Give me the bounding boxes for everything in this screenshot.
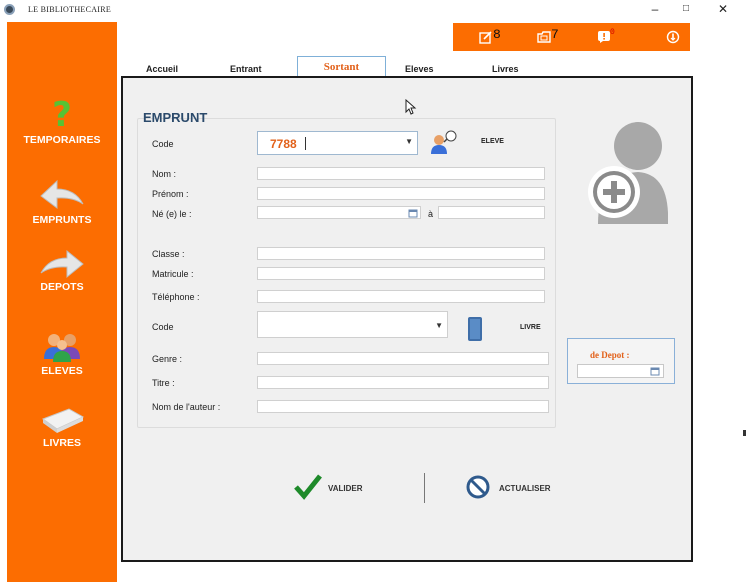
sidebar-item-label: TEMPORAIRES [23, 134, 101, 146]
prenom-label: Prénom : [152, 189, 189, 199]
nom-field[interactable] [257, 167, 545, 180]
svg-text:?: ? [52, 98, 72, 132]
section-title: EMPRUNT [143, 110, 208, 125]
tab-entrant[interactable]: Entrant [230, 64, 262, 74]
nom-label: Nom : [152, 169, 177, 179]
matricule-field[interactable] [257, 267, 545, 280]
prenom-field[interactable] [257, 187, 545, 200]
student-code-value: 7788 [270, 137, 297, 151]
cancel-icon [466, 475, 490, 499]
arrow-right-icon [40, 249, 84, 279]
chevron-down-icon[interactable]: ▼ [405, 137, 413, 146]
classe-label: Classe : [152, 249, 185, 259]
sidebar-item-label: LIVRES [43, 437, 81, 449]
genre-label: Genre : [152, 354, 183, 364]
birthplace-field[interactable] [438, 206, 545, 219]
divider [424, 473, 425, 503]
auteur-field[interactable] [257, 400, 549, 413]
power-icon [666, 30, 680, 44]
notification-bar: 8 7 0 [453, 23, 690, 51]
classe-field[interactable] [257, 247, 545, 260]
ne-le-label: Né (e) le : [152, 209, 192, 219]
calendar-icon[interactable] [408, 208, 418, 218]
sidebar-item-label: ELEVES [41, 365, 83, 377]
check-icon [294, 474, 322, 500]
tab-eleves[interactable]: Eleves [405, 64, 434, 74]
titre-field[interactable] [257, 376, 549, 389]
window-title: LE BIBLIOTHECAIRE [28, 5, 112, 14]
alert-icon [598, 31, 610, 43]
titre-label: Titre : [152, 378, 175, 388]
matricule-label: Matricule : [152, 269, 194, 279]
arrow-left-icon [40, 179, 84, 209]
maximize-button[interactable]: □ [676, 3, 696, 14]
birthdate-field[interactable] [257, 206, 421, 219]
minimize-button[interactable]: – [645, 2, 665, 16]
eleve-label: ELEVE [481, 138, 504, 145]
auteur-label: Nom de l'auteur : [152, 402, 221, 412]
student-search-icon[interactable] [430, 130, 460, 156]
notification-count: 0 [610, 28, 615, 37]
sidebar-item-eleves[interactable]: ELEVES [7, 331, 117, 377]
text-caret [305, 137, 306, 150]
livre-label: LIVRE [520, 324, 541, 331]
telephone-field[interactable] [257, 290, 545, 303]
sidebar-item-label: EMPRUNTS [32, 214, 92, 226]
edit-icon [479, 31, 492, 44]
depot-label: de Depot : [590, 350, 630, 360]
sidebar-item-temporaires[interactable]: ? TEMPORAIRES [7, 98, 117, 146]
book-search-icon[interactable] [465, 315, 485, 343]
valider-button[interactable]: VALIDER [294, 474, 374, 502]
actualiser-label: ACTUALISER [499, 484, 551, 493]
depot-date-field[interactable] [577, 364, 664, 378]
sidebar-item-emprunts[interactable]: EMPRUNTS [7, 178, 117, 226]
chevron-down-icon[interactable]: ▼ [435, 321, 443, 330]
book-icon [41, 408, 85, 433]
valider-label: VALIDER [328, 484, 363, 493]
tab-livres[interactable]: Livres [492, 64, 519, 74]
tab-strip: Accueil Entrant Sortant Eleves Livres [122, 56, 692, 78]
book-code-label: Code [152, 322, 174, 332]
sidebar-item-label: DEPOTS [40, 281, 84, 293]
sidebar-item-depots[interactable]: DEPOTS [7, 249, 117, 293]
tab-accueil[interactable]: Accueil [146, 64, 178, 74]
sidebar-item-livres[interactable]: LIVRES [7, 405, 117, 449]
student-code-combo[interactable]: 7788 ▼ [257, 131, 418, 155]
add-user-icon[interactable] [588, 114, 668, 228]
actualiser-button[interactable]: ACTUALISER [465, 474, 560, 502]
calendar-icon[interactable] [650, 366, 660, 376]
folder-icon [537, 31, 551, 43]
book-code-combo[interactable]: ▼ [257, 311, 448, 338]
users-icon [44, 334, 80, 362]
close-button[interactable]: ✕ [713, 2, 733, 16]
app-icon [4, 4, 15, 15]
sidebar: ? TEMPORAIRES EMPRUNTS DEPOTS ELEVES LIV… [7, 22, 117, 582]
telephone-label: Téléphone : [152, 292, 200, 302]
tab-sortant[interactable]: Sortant [297, 56, 386, 78]
notification-count: 8 [493, 27, 501, 42]
notification-count: 7 [551, 27, 559, 42]
genre-field[interactable] [257, 352, 549, 365]
student-code-label: Code [152, 139, 174, 149]
depot-date-box: de Depot : [567, 338, 675, 384]
mouse-cursor-icon [405, 99, 417, 115]
a-label: à [428, 209, 434, 219]
title-bar: LE BIBLIOTHECAIRE – □ ✕ [0, 0, 746, 20]
question-icon: ? [52, 98, 72, 132]
